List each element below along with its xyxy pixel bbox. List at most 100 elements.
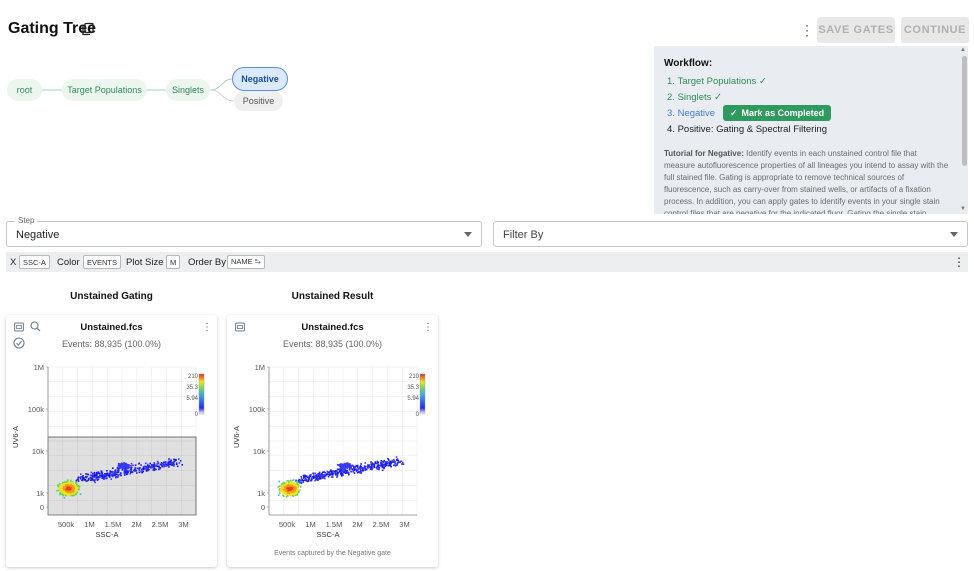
plot-event-count: Events: 88,935 (100.0%)	[61, 339, 162, 349]
x-tick-label: 1M	[84, 520, 94, 529]
plot-caption: Events captured by the Negative gate	[274, 550, 391, 557]
plot-card-gating: Unstained.fcs Events: 88,935 (100.0%) ⋮ …	[6, 315, 217, 567]
x-tick-label: 2.5M	[373, 520, 390, 529]
y-axis-title: UV6-A	[11, 426, 20, 448]
step-label: Target Populations	[677, 76, 757, 87]
x-axis-title: SSC-A	[317, 530, 340, 539]
plot-toolbar: X SSC-A Color EVENTS Plot Size M Order B…	[6, 252, 968, 272]
step-label: Positive: Gating & Spectral Filtering	[677, 124, 828, 135]
colorbar	[419, 373, 426, 415]
plot-card-result: Unstained.fcs Events: 88,935 (100.0%) ⋮ …	[227, 315, 438, 567]
scatter-plot[interactable]: 0 1k 10k 100k 1M 500k 1M 1.5M 2M 2.5M 3M SSC-A UV6-A…	[6, 359, 217, 549]
y-tick-label: 1k	[36, 489, 44, 498]
y-tick-label: 100k	[28, 405, 45, 414]
x-tick-label: 2M	[131, 520, 141, 529]
scatter-plot[interactable]: 0 1k 10k 100k 1M 500k 1M 1.5M 2M 2.5M 3M SSC-A UV6-A…	[227, 359, 438, 549]
order-by-label: Order By	[188, 257, 227, 268]
y-tick-label: 10k	[32, 447, 44, 456]
workflow-step-4[interactable]: 4. Positive: Gating & Spectral Filtering	[667, 124, 827, 135]
gating-tree: root Target Populations Singlets Negativ…	[0, 60, 640, 210]
x-tick-label: 1.5M	[105, 520, 122, 529]
x-tick-label: 500k	[279, 520, 296, 529]
workflow-panel: Workflow: 1. Target Populations ✓ 2. Sin…	[654, 46, 968, 214]
plot-size-label: Plot Size	[126, 257, 164, 268]
step-number: 1.	[667, 76, 675, 87]
tree-node-singlets[interactable]: Singlets	[166, 79, 210, 101]
tree-node-target-populations[interactable]: Target Populations	[62, 79, 147, 101]
y-tick-label: 0	[261, 503, 265, 512]
x-tick-label: 1.5M	[326, 520, 343, 529]
workflow-step-1[interactable]: 1. Target Populations ✓	[667, 76, 767, 87]
scroll-down-icon[interactable]: ▼	[960, 206, 966, 212]
tree-node-negative[interactable]: Negative	[232, 67, 288, 91]
workflow-scroll-thumb[interactable]	[962, 56, 967, 166]
plot-more-icon[interactable]: ⋮	[202, 322, 212, 333]
dropdown-arrow-icon	[950, 232, 958, 237]
step-label: Negative	[677, 108, 716, 119]
x-tick-label: 2M	[352, 520, 362, 529]
x-axis-title: SSC-A	[96, 530, 119, 539]
tutorial-heading: Tutorial for Negative:	[664, 149, 744, 158]
colorbar-tick-label: 210	[409, 374, 420, 380]
mark-as-completed-button[interactable]: ✓ Mark as Completed	[723, 105, 832, 121]
plot-file-name: Unstained.fcs	[301, 322, 364, 333]
step-number: 4.	[667, 124, 675, 135]
plot-event-count: Events: 88,935 (100.0%)	[282, 339, 383, 349]
scroll-up-icon[interactable]: ▲	[960, 47, 966, 53]
x-tick-label: 3M	[178, 520, 188, 529]
y-tick-label: 100k	[249, 405, 266, 414]
section-title-result: Unstained Result	[291, 291, 374, 302]
colorbar-tick-label: 5.94	[186, 396, 198, 402]
y-tick-label: 1M	[255, 363, 265, 372]
workflow-step-3[interactable]: 3. Negative	[667, 108, 715, 119]
check-icon: ✓	[758, 76, 767, 87]
filter-by-placeholder: Filter By	[503, 229, 544, 241]
step-select-value: Negative	[16, 229, 60, 241]
x-tick-label: 2.5M	[152, 520, 169, 529]
continue-button[interactable]: CONTINUE	[901, 17, 969, 43]
x-tick-label: 500k	[58, 520, 75, 529]
x-tick-label: 3M	[399, 520, 409, 529]
step-number: 2.	[667, 92, 675, 103]
color-label: Color	[57, 257, 80, 268]
mark-as-completed-label: Mark as Completed	[741, 108, 825, 118]
save-gates-button[interactable]: SAVE GATES	[817, 17, 895, 43]
step-select-legend: Step	[15, 216, 38, 225]
x-axis-chip[interactable]: SSC-A	[19, 255, 50, 269]
copy-icon[interactable]	[81, 22, 95, 36]
colorbar	[198, 373, 205, 415]
more-options-icon[interactable]: ⋮	[800, 23, 814, 37]
workflow-title: Workflow:	[664, 58, 713, 69]
order-by-chip[interactable]: NAME ⥱	[227, 255, 265, 269]
y-tick-label: 1M	[34, 363, 44, 372]
colorbar-tick-label: 35.3	[186, 385, 198, 391]
workflow-tutorial: Tutorial for Negative: Identify events i…	[664, 148, 950, 214]
colorbar-tick-label: 0	[195, 412, 199, 418]
negative-gate[interactable]	[47, 436, 197, 516]
step-number: 3.	[667, 108, 675, 119]
check-icon: ✓	[714, 92, 722, 103]
colorbar-tick-label: 210	[188, 374, 199, 380]
workflow-step-2[interactable]: 2. Singlets ✓	[667, 92, 722, 103]
step-select[interactable]: Step Negative	[6, 216, 482, 247]
color-chip[interactable]: EVENTS	[83, 255, 122, 269]
check-icon: ✓	[730, 107, 738, 118]
x-axis-label: X	[10, 257, 17, 268]
plot-size-chip[interactable]: M	[166, 255, 181, 269]
section-title-gating: Unstained Gating	[70, 291, 153, 302]
plot-file-name: Unstained.fcs	[80, 322, 143, 333]
tree-node-root[interactable]: root	[7, 79, 42, 101]
tutorial-text: Identify events in each unstained contro…	[664, 149, 949, 214]
dropdown-arrow-icon	[464, 232, 472, 237]
filter-by-select[interactable]: Filter By	[493, 221, 968, 247]
event-points	[277, 456, 405, 498]
step-label: Singlets	[677, 92, 712, 103]
colorbar-tick-label: 5.94	[407, 396, 419, 402]
toolbar-more-icon[interactable]: ⋮	[953, 256, 965, 268]
plot-more-icon[interactable]: ⋮	[423, 322, 433, 333]
colorbar-tick-label: 35.3	[407, 385, 419, 391]
y-axis-title: UV6-A	[232, 426, 241, 448]
tree-node-positive[interactable]: Positive	[234, 91, 283, 111]
y-tick-label: 10k	[253, 447, 265, 456]
colorbar-tick-label: 0	[416, 412, 420, 418]
